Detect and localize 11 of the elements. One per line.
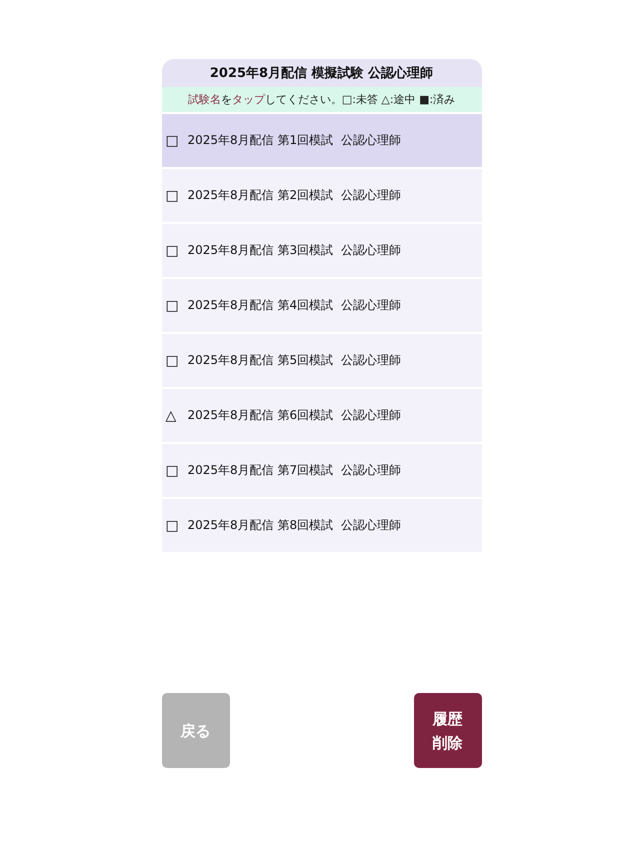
exam-list-item[interactable]: △ 2025年8月配信 第6回模試 公認心理師 xyxy=(162,389,482,442)
exam-list-item[interactable]: □ 2025年8月配信 第4回模試 公認心理師 xyxy=(162,279,482,332)
exam-list-item[interactable]: □ 2025年8月配信 第7回模試 公認心理師 xyxy=(162,444,482,497)
exam-list-item[interactable]: □ 2025年8月配信 第3回模試 公認心理師 xyxy=(162,224,482,277)
exam-list-item[interactable]: □ 2025年8月配信 第2回模試 公認心理師 xyxy=(162,169,482,222)
exam-list-item[interactable]: □ 2025年8月配信 第5回模試 公認心理師 xyxy=(162,334,482,387)
list-header: 2025年8月配信 模擬試験 公認心理師 xyxy=(162,59,482,87)
exam-list-item[interactable]: □ 2025年8月配信 第8回模試 公認心理師 xyxy=(162,499,482,552)
exam-list-item[interactable]: □ 2025年8月配信 第1回模試 公認心理師 xyxy=(162,114,482,167)
instruction-text: 試験名 を タップしてください。□:未答 △:途中 ■:済み xyxy=(162,87,482,112)
delete-history-button[interactable]: 履歴削除 xyxy=(414,693,482,768)
